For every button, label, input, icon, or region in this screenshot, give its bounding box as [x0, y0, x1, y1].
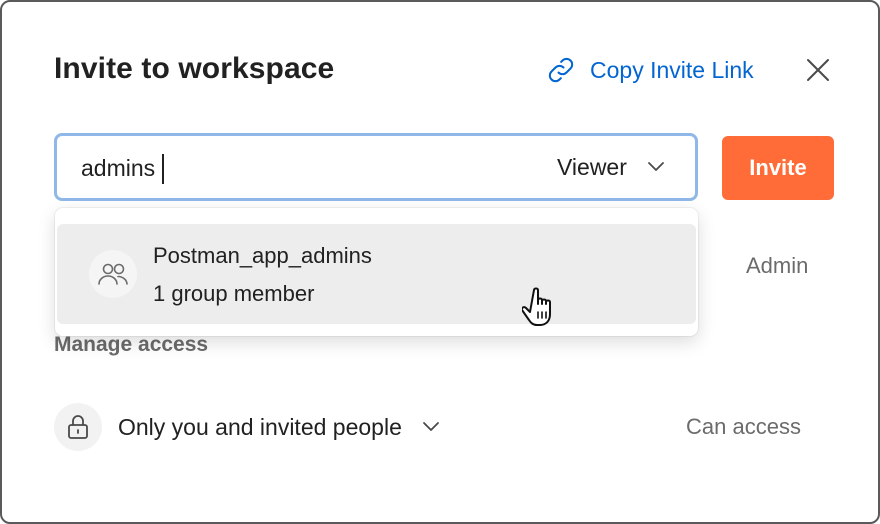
suggestion-item[interactable]: Postman_app_admins 1 group member	[57, 224, 696, 324]
suggestion-dropdown: Postman_app_admins 1 group member	[55, 208, 698, 336]
permission-label[interactable]: Can access	[686, 414, 801, 440]
manage-access-heading: Manage access	[54, 333, 209, 356]
invite-modal: Invite to workspace Copy Invite Link Vie…	[0, 0, 880, 524]
member-role-label[interactable]: Admin	[746, 253, 808, 279]
role-select[interactable]: Viewer	[557, 150, 665, 184]
group-member-count: 1 group member	[153, 281, 315, 306]
group-avatar	[89, 250, 137, 298]
invite-search-input[interactable]	[81, 152, 381, 184]
role-select-value: Viewer	[557, 153, 627, 180]
text-caret	[162, 154, 164, 184]
copy-invite-link-label: Copy Invite Link	[590, 56, 754, 83]
access-scope-row: Only you and invited people	[54, 402, 440, 452]
copy-invite-link-button[interactable]: Copy Invite Link	[546, 55, 754, 85]
lock-badge	[54, 403, 102, 451]
group-name: Postman_app_admins	[153, 243, 372, 268]
invite-button[interactable]: Invite	[722, 136, 834, 200]
lock-icon	[68, 415, 88, 439]
modal-title: Invite to workspace	[54, 52, 335, 85]
invite-search-field[interactable]: Viewer	[54, 133, 698, 201]
close-icon	[807, 59, 829, 81]
chevron-down-icon	[422, 422, 439, 431]
access-scope-value: Only you and invited people	[118, 413, 402, 440]
access-scope-select[interactable]: Only you and invited people	[118, 414, 440, 441]
chevron-down-icon	[647, 162, 664, 171]
close-button[interactable]	[804, 56, 832, 84]
link-icon	[548, 57, 574, 83]
group-icon	[98, 263, 128, 285]
